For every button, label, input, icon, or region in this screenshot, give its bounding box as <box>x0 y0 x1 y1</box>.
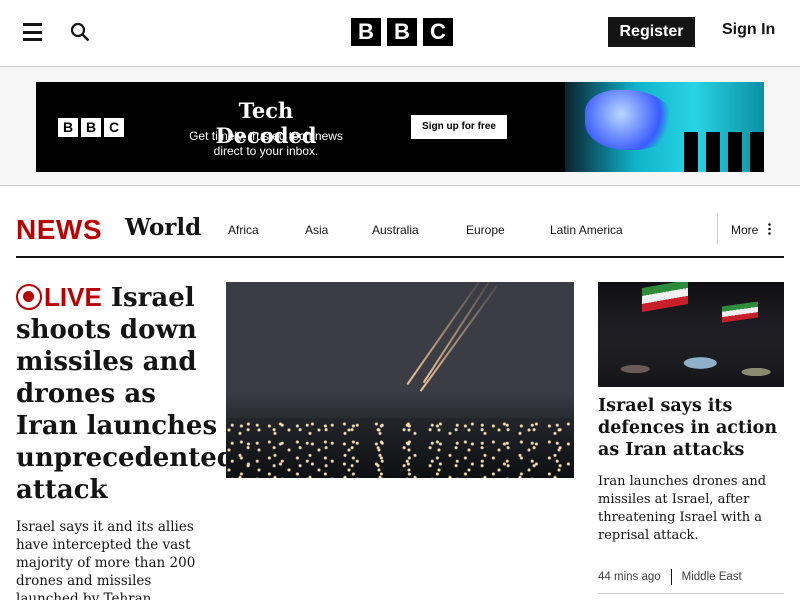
ad-band: B B C Tech Decoded Get timely, trusted t… <box>0 67 800 186</box>
news-brand[interactable]: NEWS <box>16 214 102 246</box>
nav-item-africa[interactable]: Africa <box>228 223 259 237</box>
nav-more-button[interactable]: More <box>731 223 758 237</box>
nav-divider <box>717 214 718 244</box>
nav-item-asia[interactable]: Asia <box>305 223 328 237</box>
ad-logo-letter: B <box>81 118 101 137</box>
secondary-story-headline[interactable]: Israel says its defences in action as Ir… <box>598 395 784 461</box>
ad-logo-letter: B <box>58 118 78 137</box>
missile-trail <box>406 282 480 385</box>
missile-trail <box>422 282 490 384</box>
nav-item-australia[interactable]: Australia <box>372 223 419 237</box>
nav-item-latin-america[interactable]: Latin America <box>550 223 623 237</box>
lead-story-image[interactable] <box>226 282 574 478</box>
ad-signup-button[interactable]: Sign up for free <box>411 115 507 139</box>
crowd <box>598 327 784 387</box>
more-dots-icon[interactable] <box>768 223 771 235</box>
sign-in-link[interactable]: Sign In <box>722 21 775 39</box>
nav-item-europe[interactable]: Europe <box>466 223 505 237</box>
ad-pixel-blocks <box>684 132 764 172</box>
search-icon[interactable] <box>70 22 90 42</box>
bbc-logo-letter: B <box>387 18 417 46</box>
lead-story-summary: Israel says it and its allies have inter… <box>16 519 196 600</box>
bbc-logo-letter: B <box>351 18 381 46</box>
story-divider <box>598 593 784 594</box>
iran-flag <box>722 301 758 323</box>
live-icon <box>16 284 42 310</box>
ad-logo-letter: C <box>104 118 124 137</box>
secondary-story-summary: Iran launches drones and missiles at Isr… <box>598 474 767 543</box>
section-nav: NEWS World Africa Asia Australia Europe … <box>16 204 784 258</box>
ad-hand-shape <box>585 90 675 150</box>
secondary-story-meta: 44 mins ago Middle East <box>598 569 742 585</box>
city-skyline <box>226 418 574 478</box>
live-label: LIVE <box>44 282 102 312</box>
ad-hand-image <box>565 82 764 172</box>
ad-bbc-logo: B B C <box>58 118 124 137</box>
iran-flag <box>642 282 688 313</box>
secondary-story-image[interactable] <box>598 282 784 387</box>
ad-subtitle: Get timely, trusted tech news direct to … <box>189 129 343 158</box>
register-button[interactable]: Register <box>608 17 695 47</box>
story-topic-link[interactable]: Middle East <box>682 571 742 583</box>
tech-decoded-ad[interactable]: B B C Tech Decoded Get timely, trusted t… <box>36 82 764 172</box>
lead-headline-text: Israel shoots down missiles and drones a… <box>16 283 235 505</box>
menu-icon[interactable] <box>23 23 42 41</box>
missile-trail <box>419 285 498 392</box>
bbc-logo-letter: C <box>423 18 453 46</box>
bbc-logo[interactable]: B B C <box>351 18 453 46</box>
section-title[interactable]: World <box>125 214 201 241</box>
lead-story-headline[interactable]: LIVE Israel shoots down missiles and dro… <box>16 281 235 506</box>
meta-divider <box>670 569 672 585</box>
story-timestamp: 44 mins ago <box>598 571 661 583</box>
top-header: B B C Register Sign In <box>0 0 800 67</box>
